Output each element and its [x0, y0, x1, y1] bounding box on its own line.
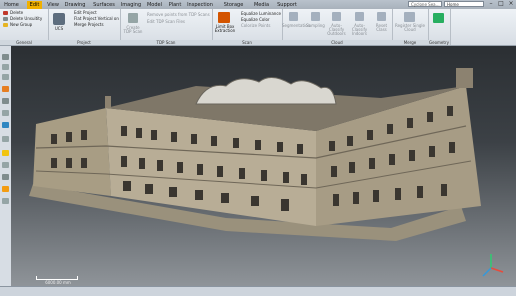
- equalize-color-button[interactable]: Equalize Color: [241, 17, 270, 22]
- tab-surfaces[interactable]: Surfaces: [92, 1, 116, 9]
- group-cloud: Segmentation Sampling Auto-Classify Outd…: [282, 9, 393, 45]
- edit-tdp-scan-files-button[interactable]: Edit TDP Scan Files: [147, 19, 185, 24]
- register-icon: [404, 12, 415, 22]
- tab-imaging[interactable]: Imaging: [120, 1, 142, 9]
- tab-plant[interactable]: Plant: [167, 1, 183, 9]
- delete-unsuitity-icon: [3, 17, 8, 21]
- ucs-button[interactable]: UCS: [50, 27, 68, 31]
- folder-icon: [3, 23, 8, 27]
- group-general-label: General: [0, 40, 48, 45]
- limit-box-icon: [218, 12, 230, 23]
- group-scan: Limit Box Extraction Equalize Luminance …: [212, 9, 283, 45]
- reset-class-button[interactable]: Reset Class: [371, 24, 392, 32]
- new-group-button[interactable]: New Group: [10, 22, 32, 27]
- tab-home[interactable]: Home: [3, 1, 20, 9]
- axis-gizmo[interactable]: [482, 254, 504, 277]
- equalize-luminance-button[interactable]: Equalize Luminance: [241, 11, 281, 16]
- ribbon: Delete Delete Unsuitity New Group Genera…: [0, 9, 516, 46]
- group-project-label: Project: [48, 40, 120, 45]
- section-tool-icon[interactable]: [2, 174, 9, 180]
- group-merge-label: Merge: [392, 40, 428, 45]
- auto-classify-outdoors-button[interactable]: Auto-Classify Outdoors: [325, 24, 348, 36]
- point-cloud-viewport[interactable]: [11, 46, 516, 286]
- segmentation-icon: [289, 12, 298, 21]
- layer-tool-icon[interactable]: [2, 136, 9, 142]
- tab-media[interactable]: Media: [253, 1, 270, 9]
- group-cloud-label: Cloud: [282, 40, 392, 45]
- tab-view[interactable]: View: [46, 1, 60, 9]
- auto-classify-indoors-icon: [355, 12, 364, 21]
- geometry-icon[interactable]: [433, 13, 444, 23]
- maximize-button[interactable]: □: [496, 0, 506, 8]
- highlight-tool-icon[interactable]: [2, 150, 9, 156]
- scale-bar-label: 6000.00 mm: [45, 280, 71, 285]
- register-single-cloud-button[interactable]: Register Single Cloud: [393, 24, 427, 32]
- tab-support[interactable]: Support: [276, 1, 298, 9]
- group-geometry-label: Geometry: [428, 40, 450, 45]
- segmentation-button[interactable]: Segmentation: [282, 24, 310, 28]
- tab-model[interactable]: Model: [146, 1, 163, 9]
- settings-tool-icon[interactable]: [2, 198, 9, 204]
- rotate-tool-icon[interactable]: [2, 74, 9, 80]
- edit-project-button[interactable]: Edit Project: [74, 10, 97, 15]
- group-scan-label: Scan: [212, 40, 282, 45]
- search-scope-select[interactable]: Home: [444, 1, 484, 7]
- group-tdp-scan: Create TDP Scan Remove points from TDP S…: [120, 9, 213, 45]
- sampling-button[interactable]: Sampling: [306, 24, 325, 28]
- left-wing-facade: [33, 108, 111, 196]
- title-bar: Home Edit View Drawing Surfaces Imaging …: [0, 0, 516, 16]
- tab-inspection[interactable]: Inspection: [187, 1, 213, 9]
- glass-roof-domes: [195, 77, 337, 105]
- create-scan-icon: [128, 13, 138, 23]
- fence-tool-icon[interactable]: [2, 110, 9, 116]
- delete-unsuitity-button[interactable]: Delete Unsuitity: [10, 16, 42, 21]
- pan-tool-icon[interactable]: [2, 64, 9, 70]
- group-tdp-scan-label: TDP Scan: [120, 40, 212, 45]
- measure-tool-icon[interactable]: [2, 86, 9, 92]
- delete-icon: [3, 11, 8, 15]
- select-tool-icon[interactable]: [2, 54, 9, 60]
- group-geometry: Geometry: [428, 9, 451, 45]
- left-tower: [105, 96, 111, 108]
- ucs-icon: [53, 13, 65, 25]
- auto-classify-indoors-button[interactable]: Auto-Classify Indoors: [348, 24, 371, 36]
- flat-project-button[interactable]: Flat Project Vertical on: [74, 16, 119, 21]
- search-box[interactable]: Cyclone Sea…: [408, 1, 442, 7]
- create-tdp-scan-button[interactable]: Create TDP Scan: [122, 26, 144, 34]
- view-tool-icon[interactable]: [2, 122, 9, 128]
- zoom-tool-icon[interactable]: [2, 98, 9, 104]
- minimize-button[interactable]: –: [486, 0, 496, 8]
- delete-button[interactable]: Delete: [10, 10, 23, 15]
- group-project: UCS Edit Project Flat Project Vertical o…: [48, 9, 121, 45]
- limit-box-extraction-button[interactable]: Limit Box Extraction: [213, 25, 237, 33]
- tab-edit[interactable]: Edit: [27, 1, 42, 9]
- building-point-cloud: [29, 68, 504, 277]
- tab-storage-tank[interactable]: Storage Tank: [218, 1, 249, 16]
- group-general: Delete Delete Unsuitity New Group Genera…: [0, 9, 49, 45]
- snap-tool-icon[interactable]: [2, 162, 9, 168]
- remove-points-button[interactable]: Remove points from TDP Scans: [147, 12, 210, 17]
- merge-projects-button[interactable]: Merge Projects: [74, 22, 104, 27]
- right-tower: [456, 68, 473, 88]
- close-button[interactable]: ×: [506, 0, 516, 8]
- colorize-points-button[interactable]: Colorize Points: [241, 23, 270, 28]
- reset-class-icon: [377, 12, 386, 21]
- auto-classify-outdoors-icon: [332, 12, 341, 21]
- sampling-icon: [311, 12, 320, 21]
- group-merge: Register Single Cloud Merge: [392, 9, 429, 45]
- tab-drawing[interactable]: Drawing: [64, 1, 86, 9]
- light-tool-icon[interactable]: [2, 186, 9, 192]
